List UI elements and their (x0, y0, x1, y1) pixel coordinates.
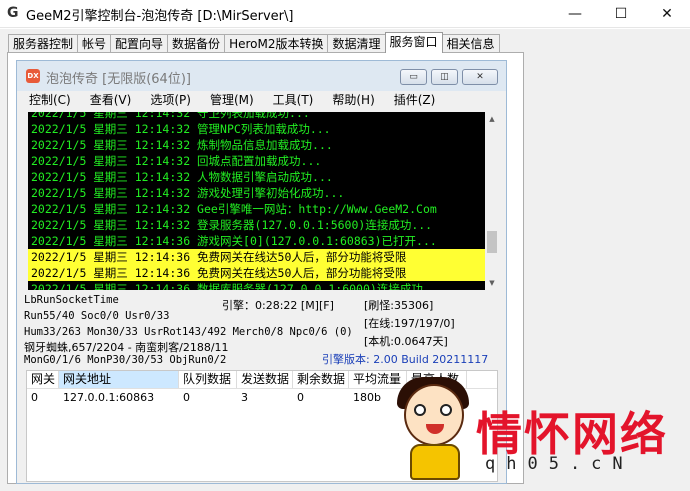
log-line: 2022/1/5 星期三 12:14:32 登录服务器(127.0.0.1:56… (31, 218, 433, 232)
run-socket-label: LbRunSocketTime (24, 294, 119, 306)
col-send-data[interactable]: 发送数据 (237, 371, 293, 388)
scroll-down-icon[interactable]: ▼ (485, 276, 499, 290)
log-scrollbar[interactable]: ▲ ▼ (485, 112, 499, 290)
log-line: 2022/1/5 星期三 12:14:32 炼制物品信息加载成功... (31, 138, 333, 152)
tab-data-cleanup[interactable]: 数据清理 (327, 34, 386, 53)
mascot-eye-icon (414, 404, 426, 416)
cell-queue-data: 0 (183, 391, 190, 404)
menu-control[interactable]: 控制(C) (17, 91, 78, 110)
maximize-button[interactable]: ☐ (598, 0, 644, 28)
refresh-count: [刷怪:35306] (364, 299, 434, 312)
tab-herom2-convert[interactable]: HeroM2版本转换 (224, 34, 329, 53)
log-line: 2022/1/5 星期三 12:14:32 Gee引擎唯一网站：http://W… (31, 202, 437, 216)
col-queue-data[interactable]: 队列数据 (179, 371, 237, 388)
tab-service-window[interactable]: 服务窗口 (384, 32, 443, 53)
hum-stats: Hum33/263 Mon30/33 UsrRot143/492 Merch0/… (24, 326, 353, 338)
engine-restore-button[interactable]: ◫ (431, 69, 458, 85)
log-line: 2022/1/5 星期三 12:14:32 游戏处理引擎初始化成功... (31, 186, 345, 200)
menu-manage[interactable]: 管理(M) (198, 91, 261, 110)
engine-app-icon: DX (26, 69, 40, 83)
window-titlebar: G GeeM2引擎控制台-泡泡传奇 [D:\MirServer\] — ☐ ✕ (0, 0, 690, 28)
run-stats: Run55/40 Soc0/0 Usr0/33 (24, 310, 170, 322)
tab-server-control[interactable]: 服务器控制 (8, 34, 79, 53)
tab-config-wizard[interactable]: 配置向导 (110, 34, 169, 53)
menu-tools[interactable]: 工具(T) (261, 91, 321, 110)
close-button[interactable]: ✕ (644, 0, 690, 28)
col-remain-data[interactable]: 剩余数据 (293, 371, 349, 388)
log-line: 2022/1/5 星期三 12:14:36 免费网关在线达50人后，部分功能将受… (28, 249, 487, 265)
cell-gate: 0 (31, 391, 38, 404)
cell-gate-address: 127.0.0.1:60863 (63, 391, 155, 404)
log-line: 2022/1/5 星期三 12:14:32 管理NPC列表加载成功... (31, 122, 331, 136)
online-count: [在线:197/197/0] (364, 317, 455, 330)
minimize-button[interactable]: — (552, 0, 598, 28)
menu-options[interactable]: 选项(P) (138, 91, 198, 110)
engine-close-button[interactable]: ✕ (462, 69, 498, 85)
menu-plugins[interactable]: 插件(Z) (382, 91, 443, 110)
mon-stats: MonG0/1/6 MonP30/30/53 ObjRun0/2 (24, 354, 227, 366)
log-line: 2022/1/5 星期三 12:14:32 回城点配置加载成功... (31, 154, 322, 168)
mascot-face-icon (404, 384, 464, 446)
col-gate-address[interactable]: 网关地址 (59, 371, 179, 388)
watermark-site: qh05.cN (485, 454, 634, 474)
col-gate[interactable]: 网关 (27, 371, 59, 388)
mascot-body (410, 444, 460, 480)
tab-strip: 服务器控制 帐号 配置向导 数据备份 HeroM2版本转换 数据清理 服务窗口 … (8, 32, 500, 53)
menu-help[interactable]: 帮助(H) (320, 91, 381, 110)
scroll-up-icon[interactable]: ▲ (485, 112, 499, 126)
map-monster-info: 钢牙蜘蛛,657/2204 - 南蛮刺客/2188/11 (24, 341, 229, 354)
col-avg-traffic[interactable]: 平均流量 (349, 371, 407, 388)
scroll-thumb[interactable] (487, 231, 497, 253)
local-time: [本机:0.0647天] (364, 335, 448, 348)
engine-version: 引擎版本: 2.00 Build 20211117 (322, 353, 489, 366)
tab-account[interactable]: 帐号 (77, 34, 112, 53)
cell-remain-data: 0 (297, 391, 304, 404)
log-line: 2022/1/5 星期三 12:14:32 人物数据引擎启动成功... (31, 170, 333, 184)
mascot-eye-icon (440, 404, 452, 416)
tab-related-info[interactable]: 相关信息 (441, 34, 500, 53)
engine-time: 引擎：0:28:22 [M][F] (222, 299, 334, 312)
window-title: GeeM2引擎控制台-泡泡传奇 [D:\MirServer\] (26, 9, 294, 24)
engine-title: 泡泡传奇 [无限版(64位)] (46, 72, 191, 87)
menu-bar: 控制(C) 查看(V) 选项(P) 管理(M) 工具(T) 帮助(H) 插件(Z… (17, 91, 506, 110)
log-line: 2022/1/5 星期三 12:14:36 游戏网关[0](127.0.0.1:… (31, 234, 437, 248)
tab-data-backup[interactable]: 数据备份 (167, 34, 226, 53)
engine-minimize-button[interactable]: ▭ (400, 69, 427, 85)
log-line: 2022/1/5 星期三 12:14:36 数据库服务器(127.0.0.1:6… (31, 282, 423, 290)
app-icon: G (7, 5, 19, 21)
log-console[interactable]: 2022/1/5 星期三 12:14:32 守卫列表加载成功... 2022/1/… (28, 112, 499, 290)
menu-view[interactable]: 查看(V) (78, 91, 139, 110)
log-line: 2022/1/5 星期三 12:14:36 免费网关在线达50人后，部分功能将受… (28, 265, 487, 281)
cell-send-data: 3 (241, 391, 248, 404)
log-lines: 2022/1/5 星期三 12:14:32 守卫列表加载成功... 2022/1/… (28, 112, 487, 290)
engine-titlebar: DX 泡泡传奇 [无限版(64位)] ▭ ◫ ✕ (17, 61, 506, 91)
log-line: 2022/1/5 星期三 12:14:32 守卫列表加载成功... (31, 112, 310, 120)
